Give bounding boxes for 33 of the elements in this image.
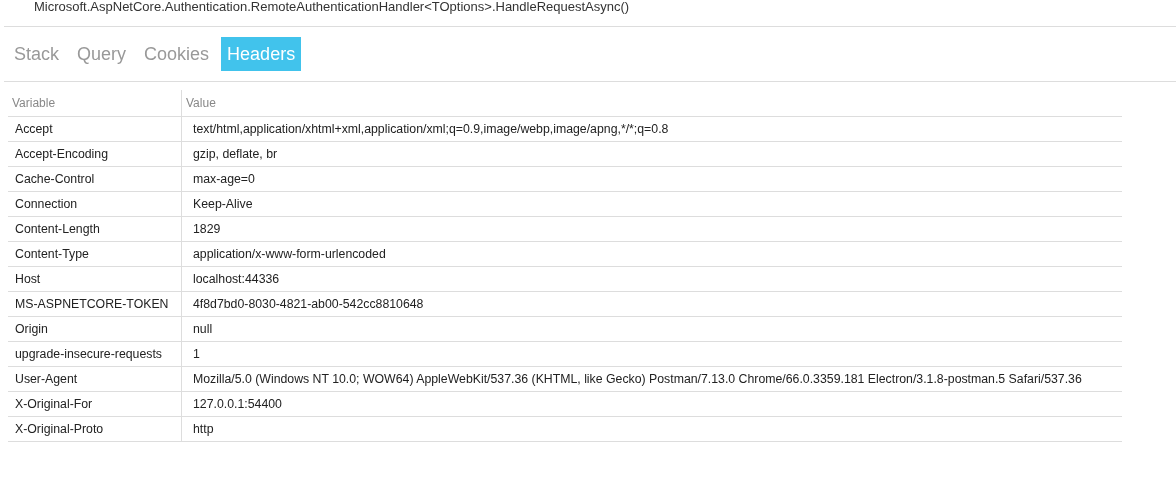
- column-header: Variable: [8, 90, 182, 117]
- header-name-cell: Content-Type: [8, 241, 182, 267]
- header-value-cell: localhost:44336: [181, 266, 1122, 292]
- header-name-cell: Cache-Control: [8, 166, 182, 192]
- header-value-cell: 1: [181, 341, 1122, 367]
- header-name-cell: Content-Length: [8, 216, 182, 242]
- header-value-cell: 4f8d7bd0-8030-4821-ab00-542cc8810648: [181, 291, 1122, 317]
- header-name-cell: MS-ASPNETCORE-TOKEN: [8, 291, 182, 317]
- header-name-cell: Host: [8, 266, 182, 292]
- header-value-cell: 127.0.0.1:54400: [181, 391, 1122, 417]
- column-header: Value: [181, 90, 1122, 117]
- header-name-cell: Origin: [8, 316, 182, 342]
- tab[interactable]: Stack: [8, 37, 66, 71]
- header-value-cell: http: [181, 416, 1122, 442]
- tab[interactable]: Query: [71, 37, 133, 71]
- header-name-cell: X-Original-For: [8, 391, 182, 417]
- header-name-cell: upgrade-insecure-requests: [8, 341, 182, 367]
- header-value-cell: Keep-Alive: [181, 191, 1122, 217]
- header-value-cell: text/html,application/xhtml+xml,application/xml;q=0.9,image/webp,image/apng,*/*;q=0.8: [181, 116, 1122, 142]
- header-value-cell: 1829: [181, 216, 1122, 242]
- header-value-cell: null: [181, 316, 1122, 342]
- header-name-cell: X-Original-Proto: [8, 416, 182, 442]
- tab[interactable]: Headers: [221, 37, 302, 71]
- header-name-cell: Accept-Encoding: [8, 141, 182, 167]
- header-value-cell: application/x-www-form-urlencoded: [181, 241, 1122, 267]
- header-name-cell: User-Agent: [8, 366, 182, 392]
- header-value-cell: max-age=0: [181, 166, 1122, 192]
- method-signature: Microsoft.AspNetCore.Authentication.RemoteAuthenticationHandler<TOptions>.HandleRequestAsync(): [33, 0, 631, 16]
- header-name-cell: Connection: [8, 191, 182, 217]
- tab[interactable]: Cookies: [138, 37, 216, 71]
- header-name-cell: Accept: [8, 116, 182, 142]
- header-value-cell: gzip, deflate, br: [181, 141, 1122, 167]
- header-value-cell: Mozilla/5.0 (Windows NT 10.0; WOW64) AppleWebKit/537.36 (KHTML, like Gecko) Postman/7.13.0 Chrome/66.0.3359.181 Electron/3.1.8-postman.5 Safari/537.36: [181, 366, 1122, 392]
